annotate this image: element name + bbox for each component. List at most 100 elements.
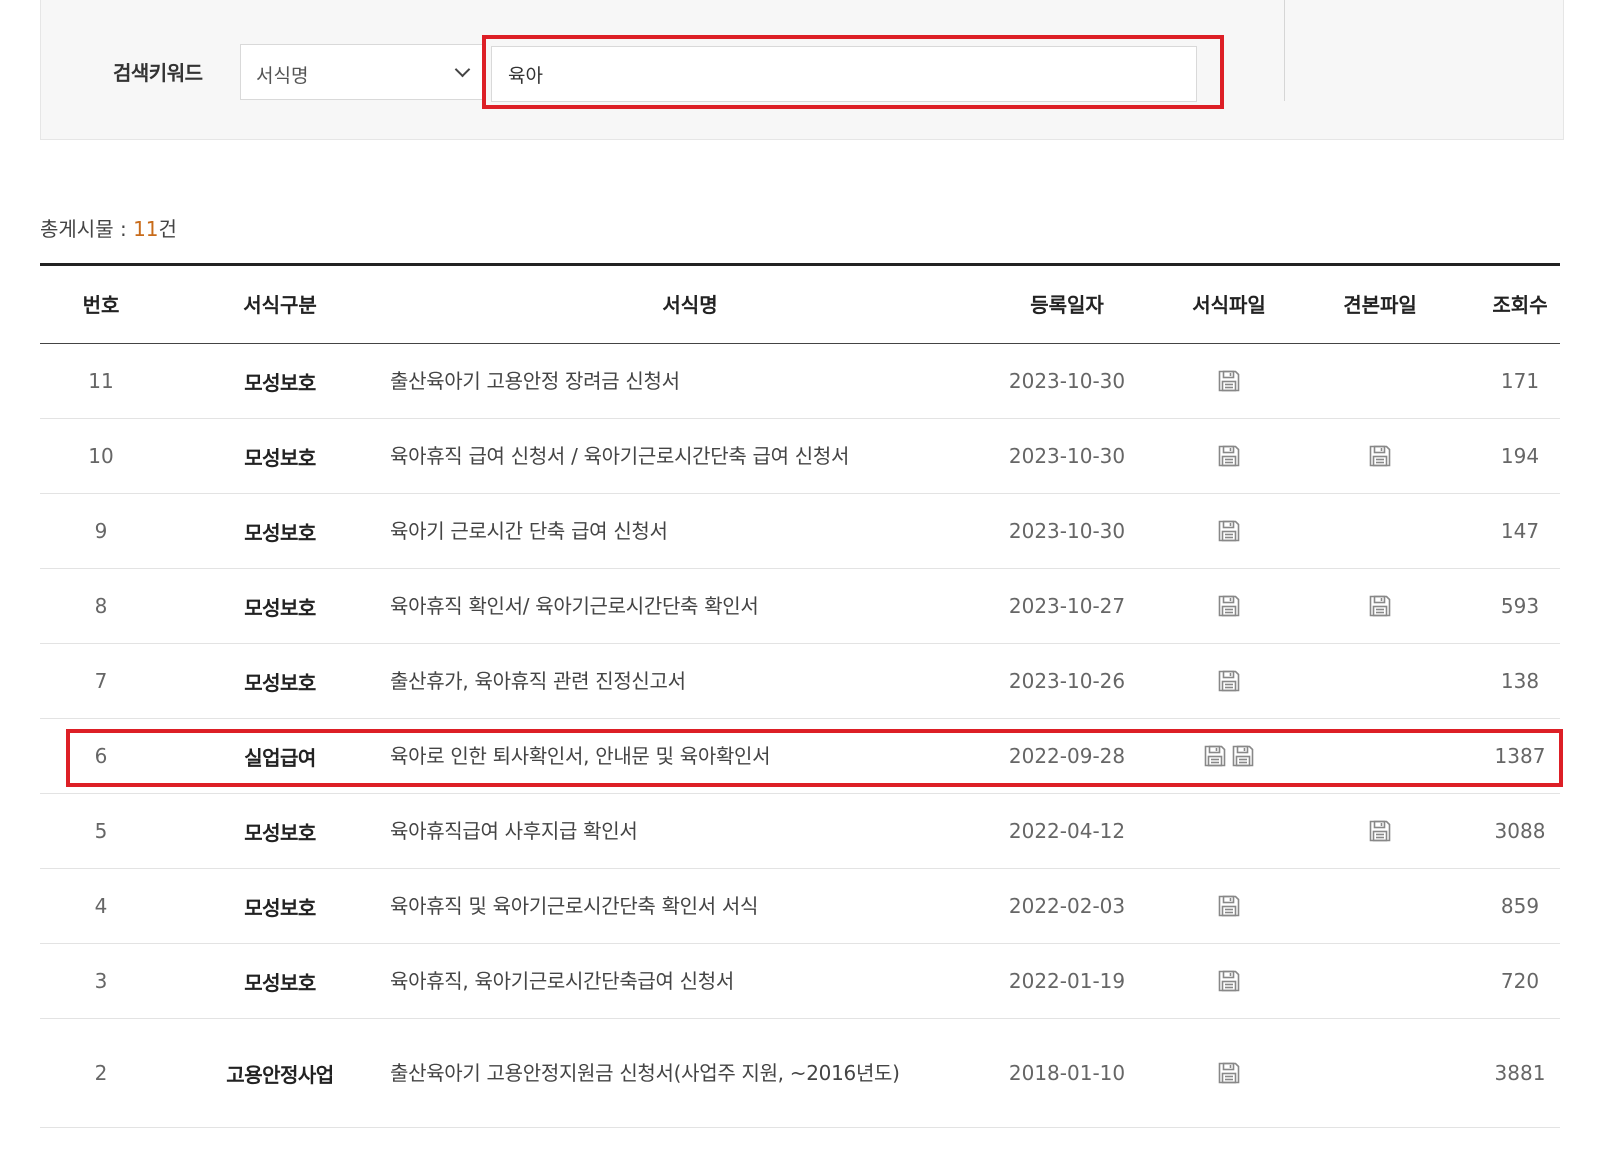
total-count-suffix: 건 <box>158 217 177 241</box>
row-date: 2023-10-27 <box>1008 594 1126 618</box>
row-title-link[interactable]: 육아휴직급여 사후지급 확인서 <box>390 794 965 868</box>
search-keyword-label: 검색키워드 <box>113 61 203 85</box>
row-form-files <box>1149 869 1309 943</box>
floppy-disk-icon[interactable] <box>1217 519 1241 543</box>
row-number: 11 <box>88 369 114 393</box>
row-category: 모성보호 <box>244 820 316 845</box>
row-category: 모성보호 <box>244 595 316 620</box>
header-no: 번호 <box>82 293 120 317</box>
row-category: 고용안정사업 <box>226 1062 334 1087</box>
total-count-number: 11 <box>133 217 159 241</box>
row-views: 147 <box>1500 519 1540 543</box>
row-title-link[interactable]: 출산휴가, 육아휴직 관련 진정신고서 <box>390 644 965 718</box>
row-category: 모성보호 <box>244 520 316 545</box>
row-form-files <box>1149 794 1309 868</box>
row-category: 모성보호 <box>244 670 316 695</box>
header-sample-file: 견본파일 <box>1343 293 1417 317</box>
floppy-disk-icon[interactable] <box>1217 444 1241 468</box>
row-number: 9 <box>94 519 108 543</box>
row-views: 720 <box>1500 969 1540 993</box>
header-views: 조회수 <box>1492 293 1548 317</box>
total-count-prefix: 총게시물 : <box>40 217 134 241</box>
row-form-files <box>1149 644 1309 718</box>
floppy-disk-icon[interactable] <box>1368 444 1392 468</box>
row-views: 3881 <box>1494 1061 1546 1085</box>
table-row[interactable]: 6 실업급여 육아로 인한 퇴사확인서, 안내문 및 육아확인서 2022-09-28… <box>40 719 1560 794</box>
row-sample-files <box>1300 644 1460 718</box>
row-sample-files <box>1300 569 1460 643</box>
row-form-files <box>1149 719 1309 793</box>
row-date: 2022-09-28 <box>1008 744 1126 768</box>
row-date: 2018-01-10 <box>1008 1061 1126 1085</box>
forms-table: 번호 서식구분 서식명 등록일자 서식파일 견본파일 조회수 11 모성보호 출산육… <box>40 263 1560 1128</box>
table-row[interactable]: 9 모성보호 육아기 근로시간 단축 급여 신청서 2023-10-30 147 <box>40 494 1560 569</box>
row-form-files <box>1149 494 1309 568</box>
row-number: 6 <box>94 744 108 768</box>
row-date: 2023-10-26 <box>1008 669 1126 693</box>
row-form-files <box>1149 944 1309 1018</box>
table-header: 번호 서식구분 서식명 등록일자 서식파일 견본파일 조회수 <box>40 263 1560 344</box>
floppy-disk-icon[interactable] <box>1217 894 1241 918</box>
row-number: 8 <box>94 594 108 618</box>
row-title-link[interactable]: 육아기 근로시간 단축 급여 신청서 <box>390 494 965 568</box>
row-category: 실업급여 <box>244 745 316 770</box>
floppy-disk-icon[interactable] <box>1217 969 1241 993</box>
row-form-files <box>1149 569 1309 643</box>
row-title-link[interactable]: 육아휴직 확인서/ 육아기근로시간단축 확인서 <box>390 569 965 643</box>
row-sample-files <box>1300 1019 1460 1127</box>
table-row[interactable]: 3 모성보호 육아휴직, 육아기근로시간단축급여 신청서 2022-01-19 720 <box>40 944 1560 1019</box>
row-number: 5 <box>94 819 108 843</box>
row-number: 3 <box>94 969 108 993</box>
table-row[interactable]: 2 고용안정사업 출산육아기 고용안정지원금 신청서(사업주 지원, ~2016년도… <box>40 1019 1560 1128</box>
row-sample-files <box>1300 944 1460 1018</box>
table-row[interactable]: 11 모성보호 출산육아기 고용안정 장려금 신청서 2023-10-30 171 <box>40 344 1560 419</box>
search-divider <box>1284 0 1285 101</box>
row-views: 138 <box>1500 669 1540 693</box>
row-views: 3088 <box>1494 819 1546 843</box>
row-views: 593 <box>1500 594 1540 618</box>
row-form-files <box>1149 344 1309 418</box>
table-row[interactable]: 10 모성보호 육아휴직 급여 신청서 / 육아기근로시간단축 급여 신청서 2023… <box>40 419 1560 494</box>
row-sample-files <box>1300 344 1460 418</box>
row-category: 모성보호 <box>244 445 316 470</box>
floppy-disk-icon[interactable] <box>1368 819 1392 843</box>
floppy-disk-icon[interactable] <box>1203 744 1227 768</box>
row-date: 2022-04-12 <box>1008 819 1126 843</box>
row-number: 4 <box>94 894 108 918</box>
row-category: 모성보호 <box>244 970 316 995</box>
row-date: 2023-10-30 <box>1008 369 1126 393</box>
row-title-link[interactable]: 육아로 인한 퇴사확인서, 안내문 및 육아확인서 <box>390 719 965 793</box>
row-sample-files <box>1300 794 1460 868</box>
row-sample-files <box>1300 719 1460 793</box>
floppy-disk-icon[interactable] <box>1217 669 1241 693</box>
row-title-link[interactable]: 육아휴직 및 육아기근로시간단축 확인서 서식 <box>390 869 965 943</box>
row-title-link[interactable]: 출산육아기 고용안정 장려금 신청서 <box>390 344 965 418</box>
row-title-link[interactable]: 육아휴직, 육아기근로시간단축급여 신청서 <box>390 944 965 1018</box>
chevron-down-icon <box>454 61 471 78</box>
row-title-link[interactable]: 육아휴직 급여 신청서 / 육아기근로시간단축 급여 신청서 <box>390 419 965 493</box>
row-date: 2022-02-03 <box>1008 894 1126 918</box>
row-views: 859 <box>1500 894 1540 918</box>
table-row[interactable]: 8 모성보호 육아휴직 확인서/ 육아기근로시간단축 확인서 2023-10-27 59… <box>40 569 1560 644</box>
row-number: 10 <box>88 444 114 468</box>
floppy-disk-icon[interactable] <box>1217 594 1241 618</box>
floppy-disk-icon[interactable] <box>1231 744 1255 768</box>
floppy-disk-icon[interactable] <box>1368 594 1392 618</box>
search-field-select[interactable]: 서식명 <box>240 44 485 100</box>
table-row[interactable]: 7 모성보호 출산휴가, 육아휴직 관련 진정신고서 2023-10-26 138 <box>40 644 1560 719</box>
row-sample-files <box>1300 494 1460 568</box>
row-number: 2 <box>94 1061 108 1085</box>
row-form-files <box>1149 419 1309 493</box>
search-input[interactable] <box>491 46 1197 102</box>
floppy-disk-icon[interactable] <box>1217 369 1241 393</box>
floppy-disk-icon[interactable] <box>1217 1061 1241 1085</box>
table-body: 11 모성보호 출산육아기 고용안정 장려금 신청서 2023-10-30 171 10 모… <box>40 344 1560 1128</box>
table-row[interactable]: 5 모성보호 육아휴직급여 사후지급 확인서 2022-04-12 3088 <box>40 794 1560 869</box>
header-category: 서식구분 <box>243 293 317 317</box>
row-category: 모성보호 <box>244 895 316 920</box>
row-form-files <box>1149 1019 1309 1127</box>
row-views: 194 <box>1500 444 1540 468</box>
row-sample-files <box>1300 419 1460 493</box>
table-row[interactable]: 4 모성보호 육아휴직 및 육아기근로시간단축 확인서 서식 2022-02-03 85… <box>40 869 1560 944</box>
row-title-link[interactable]: 출산육아기 고용안정지원금 신청서(사업주 지원, ~2016년도) <box>390 1019 965 1127</box>
